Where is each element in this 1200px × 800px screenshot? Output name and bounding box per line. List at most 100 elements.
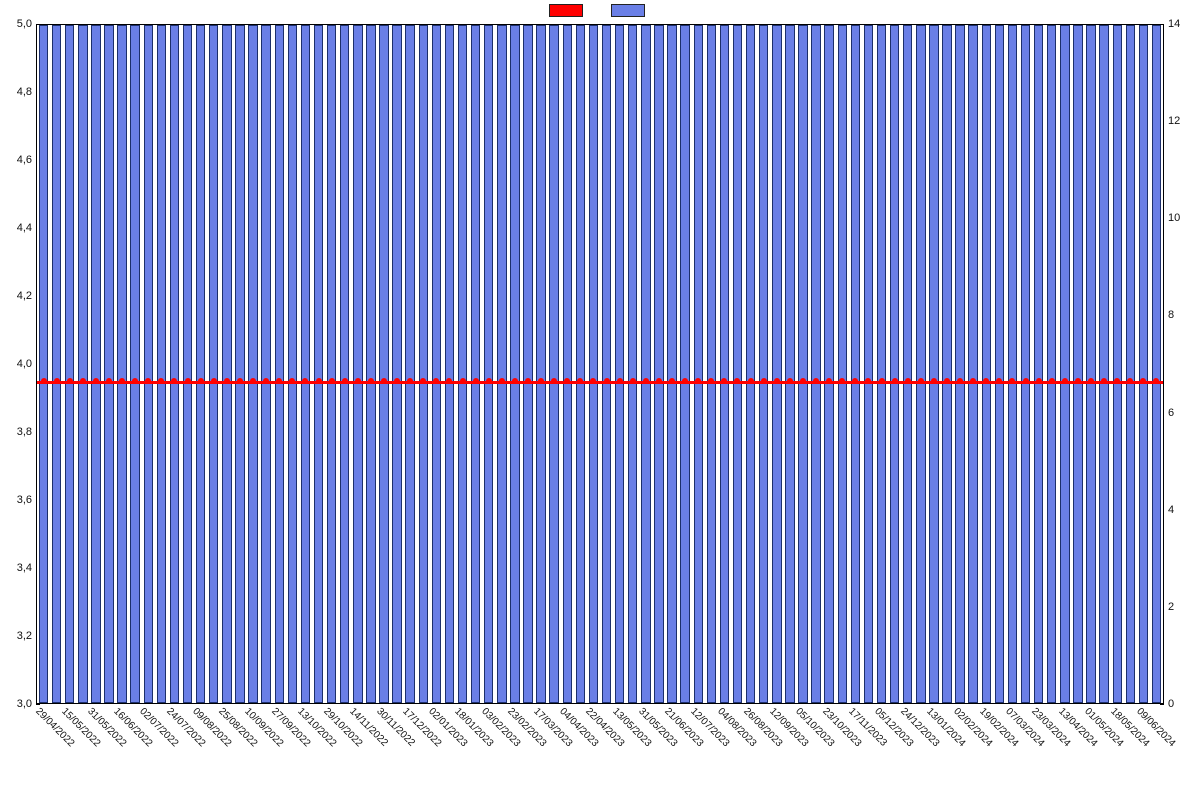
line-marker — [617, 378, 623, 384]
bar-slot — [508, 25, 521, 703]
bar-slot — [1045, 25, 1058, 703]
bar — [419, 25, 428, 703]
line-marker — [41, 378, 47, 384]
bar — [301, 25, 310, 703]
line-marker — [106, 378, 112, 384]
bar — [772, 25, 781, 703]
line-marker — [499, 378, 505, 384]
line-marker — [590, 378, 596, 384]
bar — [903, 25, 912, 703]
bar — [353, 25, 362, 703]
line-marker — [931, 378, 937, 384]
line-marker — [682, 378, 688, 384]
line-marker — [905, 378, 911, 384]
y-tick-left: 3,0 — [17, 698, 32, 710]
bar-slot — [443, 25, 456, 703]
bar-slot — [1006, 25, 1019, 703]
bar — [667, 25, 676, 703]
bar — [1139, 25, 1148, 703]
line-marker — [1075, 378, 1081, 384]
line-marker — [630, 378, 636, 384]
line-marker — [748, 378, 754, 384]
bar-slot — [666, 25, 679, 703]
y-tick-right: 2 — [1168, 601, 1174, 613]
bar-slot — [744, 25, 757, 703]
bar-slot — [796, 25, 809, 703]
bar-slot — [927, 25, 940, 703]
bar — [733, 25, 742, 703]
line-marker — [604, 378, 610, 384]
bar-slot — [548, 25, 561, 703]
line-marker — [145, 378, 151, 384]
bar — [1021, 25, 1030, 703]
bar-slot — [1058, 25, 1071, 703]
line-marker — [734, 378, 740, 384]
line-marker — [381, 378, 387, 384]
bar — [497, 25, 506, 703]
bar — [851, 25, 860, 703]
line-marker — [708, 378, 714, 384]
legend — [0, 4, 1200, 17]
bar — [248, 25, 257, 703]
bar-slot — [561, 25, 574, 703]
bar — [432, 25, 441, 703]
bar-slot — [194, 25, 207, 703]
bar-slot — [705, 25, 718, 703]
bar — [170, 25, 179, 703]
bar — [811, 25, 820, 703]
bar — [314, 25, 323, 703]
bar — [641, 25, 650, 703]
line-marker — [342, 378, 348, 384]
bar — [1008, 25, 1017, 703]
bar-slot — [299, 25, 312, 703]
bar-slot — [626, 25, 639, 703]
bar-slot — [783, 25, 796, 703]
bar — [327, 25, 336, 703]
line-series — [37, 381, 1163, 384]
y-tick-left: 4,0 — [17, 358, 32, 370]
bar — [1034, 25, 1043, 703]
line-marker — [486, 378, 492, 384]
line-marker — [787, 378, 793, 384]
line-marker — [826, 378, 832, 384]
bar — [563, 25, 572, 703]
bar — [549, 25, 558, 703]
bar-slot — [1150, 25, 1163, 703]
bar-slot — [718, 25, 731, 703]
y-tick-left: 5,0 — [17, 18, 32, 30]
bar — [838, 25, 847, 703]
bar-slot — [731, 25, 744, 703]
bar — [680, 25, 689, 703]
line-marker — [879, 378, 885, 384]
bar-slot — [273, 25, 286, 703]
bar — [340, 25, 349, 703]
line-marker — [865, 378, 871, 384]
bar — [523, 25, 532, 703]
bar — [1060, 25, 1069, 703]
bar-slot — [456, 25, 469, 703]
bar — [209, 25, 218, 703]
bar-slot — [1085, 25, 1098, 703]
bar-slot — [76, 25, 89, 703]
bar-slot — [63, 25, 76, 703]
bar — [65, 25, 74, 703]
y-tick-right: 6 — [1168, 407, 1174, 419]
legend-item-series2 — [611, 4, 651, 17]
bar-slot — [207, 25, 220, 703]
bar-slot — [1019, 25, 1032, 703]
bar — [890, 25, 899, 703]
bar-slot — [993, 25, 1006, 703]
bar-slot — [469, 25, 482, 703]
bar — [379, 25, 388, 703]
line-marker — [132, 378, 138, 384]
bar-slot — [482, 25, 495, 703]
bar-slot — [613, 25, 626, 703]
line-marker — [813, 378, 819, 384]
bar — [864, 25, 873, 703]
bar-slot — [875, 25, 888, 703]
bar-slot — [116, 25, 129, 703]
bar — [405, 25, 414, 703]
bar — [536, 25, 545, 703]
bar-slot — [954, 25, 967, 703]
bar — [1086, 25, 1095, 703]
